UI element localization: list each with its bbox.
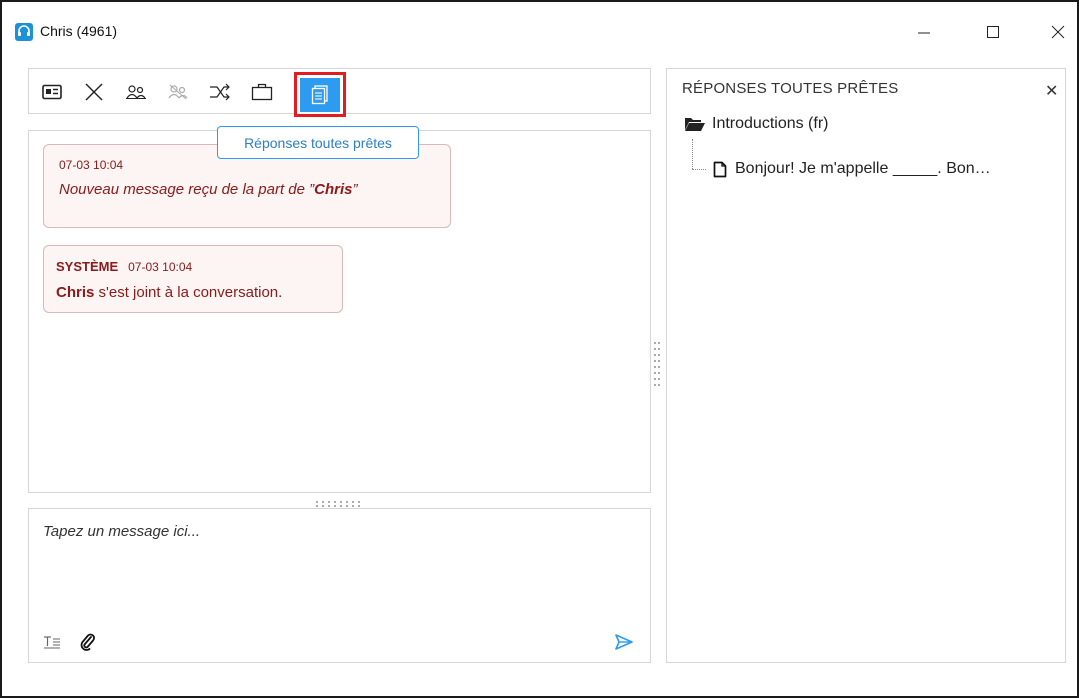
conference-disabled-icon [168,84,188,100]
ready-responses-button[interactable] [294,72,346,117]
conference-button[interactable] [121,77,151,107]
chat-window: Chris (4961) Réponses toutes prêtes 07-0… [0,0,1079,698]
sender-label: SYSTÈME [56,259,119,274]
minimize-button[interactable] [904,16,944,48]
conference-icon [126,85,146,99]
message-timestamp: 07-03 10:04 [59,158,124,172]
ready-responses-button-face [300,77,340,112]
window-title: Chris (4961) [40,23,118,39]
conversation-toolbar [28,68,651,117]
message-text: Nouveau message reçu de la part de ”Chri… [59,181,358,198]
message-header: SYSTÈME 07-03 10:04 [56,259,192,274]
briefcase-icon [251,83,273,101]
transfer-button[interactable] [205,77,235,107]
open-folder-icon [685,118,705,131]
title-bar: Chris (4961) [2,2,1077,52]
message-text: Chris s'est joint à la conversation. [56,284,282,301]
ready-responses-panel: RÉPONSES TOUTES PRÊTES ✕ Introductions (… [666,68,1066,663]
ready-responses-icon [311,84,328,104]
headset-app-icon [15,23,33,41]
message-timestamp: 07-03 10:04 [128,260,193,274]
send-button[interactable] [613,631,635,653]
close-conversation-button[interactable] [79,77,109,107]
maximize-button[interactable] [973,16,1013,48]
contact-name: Chris [56,284,95,301]
conference-disabled-button[interactable] [163,77,193,107]
message-input[interactable] [43,523,633,613]
paperclip-icon [80,633,95,651]
horizontal-splitter-grip[interactable] [316,494,362,507]
contact-name: Chris [314,181,353,198]
tree-folder-introductions[interactable]: Introductions (fr) [684,115,828,133]
document-icon [713,161,727,177]
message-text-suffix: ” [352,181,358,198]
send-icon [615,634,633,650]
response-label: Bonjour! Je m'appelle _____. Bon… [735,160,991,177]
briefcase-button[interactable] [247,77,277,107]
message-composer [28,508,651,663]
transfer-icon [210,83,230,101]
vertical-splitter-grip[interactable] [654,342,660,387]
folder-label: Introductions (fr) [712,115,829,132]
message-history[interactable]: 07-03 10:04 Nouveau message reçu de la p… [28,130,651,493]
tree-connector [692,169,706,170]
close-window-button[interactable] [1038,16,1078,48]
message-text-prefix: Nouveau message reçu de la part de ” [59,181,315,198]
close-conversation-icon [85,83,103,101]
system-message-bubble: SYSTÈME 07-03 10:04 Chris s'est joint à l… [43,245,343,313]
text-format-button[interactable] [41,631,63,653]
message-text-suffix: s'est joint à la conversation. [94,284,283,301]
tree-item-response[interactable]: Bonjour! Je m'appelle _____. Bon… [713,160,991,178]
panel-title: RÉPONSES TOUTES PRÊTES [682,80,899,97]
text-format-icon [44,636,60,649]
contact-card-button[interactable] [37,77,67,107]
close-panel-button[interactable]: ✕ [1045,81,1058,101]
ready-responses-tooltip: Réponses toutes prêtes [217,126,419,159]
contact-card-icon [42,84,62,100]
tree-connector [692,139,693,169]
attach-file-button[interactable] [77,631,99,653]
